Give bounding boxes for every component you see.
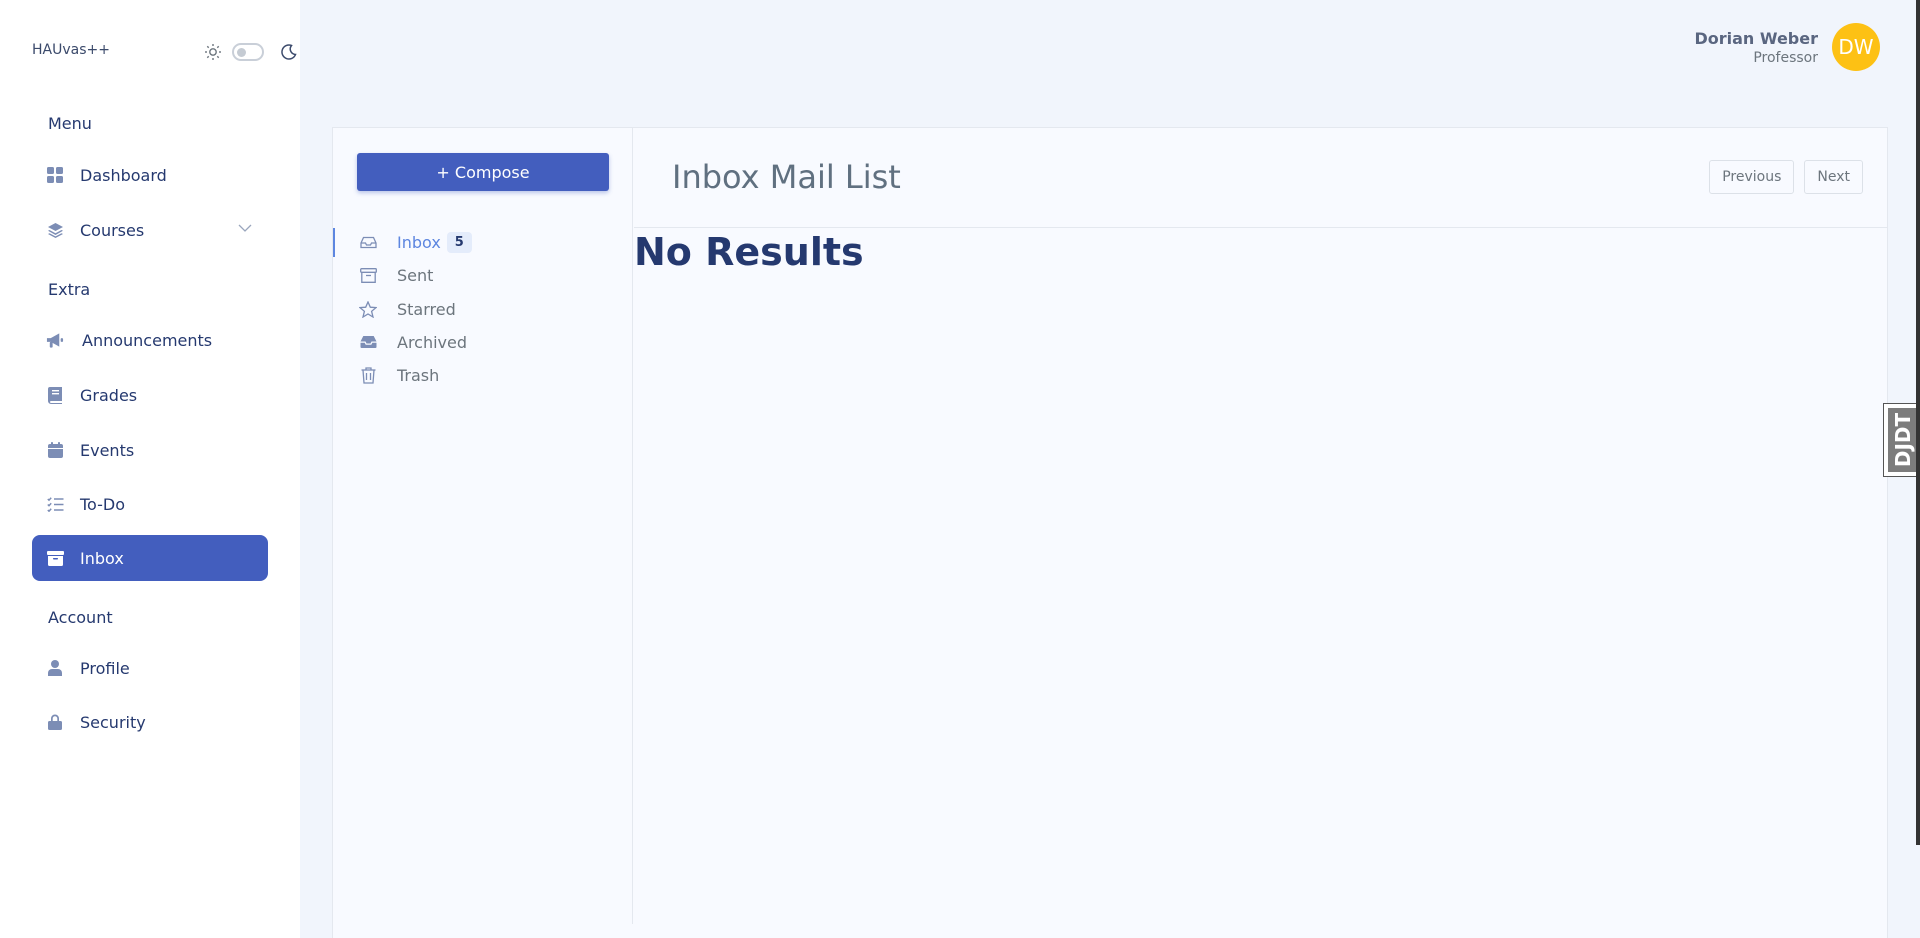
- brand-row: HAUvas++: [32, 38, 297, 64]
- sidebar-item-security[interactable]: Security: [32, 699, 268, 745]
- folder-sent[interactable]: Sent: [333, 260, 633, 290]
- sidebar-item-events[interactable]: Events: [32, 427, 268, 473]
- folder-label: Sent: [397, 265, 434, 285]
- sidebar-item-label: Security: [80, 712, 146, 732]
- page-scrollbar[interactable]: [1916, 0, 1920, 845]
- folder-label: Trash: [397, 365, 440, 385]
- mail-list-pane: Inbox Mail List Previous Next No Results: [634, 128, 1887, 938]
- sun-icon: [205, 44, 221, 60]
- user-name: Dorian Weber: [1694, 28, 1818, 48]
- folder-label: Archived: [397, 332, 468, 352]
- folder-starred[interactable]: Starred: [333, 294, 633, 324]
- lock-icon: [46, 713, 64, 731]
- grid-icon: [46, 166, 64, 184]
- unread-count-badge: 5: [446, 231, 472, 253]
- debug-toolbar-label-box: DJDT: [1888, 408, 1918, 472]
- sidebar-item-courses[interactable]: Courses: [32, 207, 268, 253]
- sidebar-item-grades[interactable]: Grades: [32, 372, 268, 418]
- inbox-tray-icon: [359, 233, 377, 251]
- sidebar-item-profile[interactable]: Profile: [32, 645, 268, 691]
- user-role: Professor: [1753, 49, 1818, 66]
- page-title: Inbox Mail List: [672, 158, 901, 196]
- sidebar-section-menu: Menu: [48, 114, 92, 133]
- sidebar-item-label: Inbox: [80, 548, 124, 568]
- person-icon: [46, 659, 64, 677]
- compose-button[interactable]: + Compose: [357, 153, 609, 191]
- list-check-icon: [46, 495, 64, 513]
- sidebar-item-label: Events: [80, 440, 135, 460]
- empty-state-text: No Results: [634, 230, 864, 274]
- chevron-down-icon[interactable]: [238, 223, 252, 233]
- archive-box-icon: [359, 266, 377, 284]
- folder-archived[interactable]: Archived: [333, 327, 633, 357]
- sidebar-item-dashboard[interactable]: Dashboard: [32, 152, 268, 198]
- sidebar-section-extra: Extra: [48, 280, 91, 299]
- debug-toolbar-handle[interactable]: DJDT: [1883, 403, 1920, 477]
- folder-label: Inbox: [397, 232, 441, 252]
- mail-sidebar: + Compose Inbox 5 Sent Starred Archived: [333, 128, 633, 924]
- sidebar-item-label: Dashboard: [80, 165, 167, 185]
- sidebar: HAUvas++ Menu Dashboard Courses Extra An…: [0, 0, 300, 938]
- toggle-knob: [237, 48, 246, 57]
- stack-icon: [46, 221, 64, 239]
- mail-list-header: Inbox Mail List Previous Next: [634, 128, 1887, 228]
- avatar[interactable]: DW: [1832, 23, 1880, 71]
- folder-inbox[interactable]: Inbox 5: [333, 227, 633, 257]
- previous-button[interactable]: Previous: [1709, 160, 1795, 194]
- folder-trash[interactable]: Trash: [333, 360, 633, 390]
- calendar-icon: [46, 441, 64, 459]
- archive-icon: [46, 549, 64, 567]
- user-info: Dorian Weber Professor: [1694, 29, 1818, 66]
- sidebar-item-label: Profile: [80, 658, 130, 678]
- pagination: Previous Next: [1699, 160, 1863, 194]
- sidebar-item-label: To-Do: [80, 494, 126, 514]
- sidebar-item-inbox[interactable]: Inbox: [32, 535, 268, 581]
- megaphone-icon: [46, 331, 64, 349]
- sidebar-item-todo[interactable]: To-Do: [32, 481, 268, 527]
- inbox-filled-icon: [359, 333, 377, 351]
- debug-toolbar-label: DJDT: [1891, 412, 1916, 468]
- book-icon: [46, 386, 64, 404]
- inbox-card: + Compose Inbox 5 Sent Starred Archived: [332, 127, 1888, 938]
- moon-icon: [281, 44, 297, 60]
- sidebar-item-label: Announcements: [82, 330, 213, 350]
- theme-toggle[interactable]: [232, 43, 264, 61]
- trash-icon: [359, 366, 377, 384]
- folder-label: Starred: [397, 299, 456, 319]
- sidebar-item-label: Grades: [80, 385, 138, 405]
- sidebar-section-account: Account: [48, 608, 113, 627]
- sidebar-item-label: Courses: [80, 220, 145, 240]
- user-menu[interactable]: Dorian Weber Professor DW: [1694, 22, 1880, 72]
- sidebar-item-announcements[interactable]: Announcements: [32, 317, 268, 363]
- brand-logo[interactable]: HAUvas++: [32, 42, 110, 58]
- star-icon: [359, 300, 377, 318]
- next-button[interactable]: Next: [1804, 160, 1863, 194]
